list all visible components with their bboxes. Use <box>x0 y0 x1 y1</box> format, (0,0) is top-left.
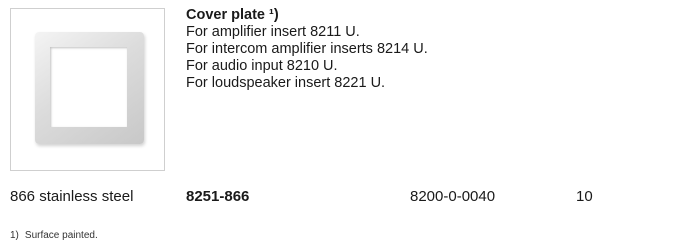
footnote-number: 1) <box>10 230 19 241</box>
material-label: 866 stainless steel <box>10 188 134 205</box>
footnote: 1) Surface painted. <box>10 230 98 241</box>
product-title: Cover plate ¹) <box>186 7 279 23</box>
ean-number: 8200-0-0040 <box>410 188 496 205</box>
article-number: 8251-866 <box>186 188 250 205</box>
pack-quantity: 10 <box>576 188 593 205</box>
product-line-loudspeaker: For loudspeaker insert 8221 U. <box>186 75 386 91</box>
product-image <box>10 8 165 171</box>
product-description: Cover plate ¹) For amplifier insert 8211… <box>186 7 428 92</box>
product-line-intercom: For intercom amplifier inserts 8214 U. <box>186 41 428 57</box>
cover-plate-opening <box>50 47 127 127</box>
order-row: 866 stainless steel 8251-866 8200-0-0040… <box>0 188 683 208</box>
product-line-amplifier: For amplifier insert 8211 U. <box>186 24 360 40</box>
cover-plate-image <box>35 32 144 144</box>
footnote-text: Surface painted. <box>24 230 98 241</box>
product-line-audio: For audio input 8210 U. <box>186 58 338 74</box>
